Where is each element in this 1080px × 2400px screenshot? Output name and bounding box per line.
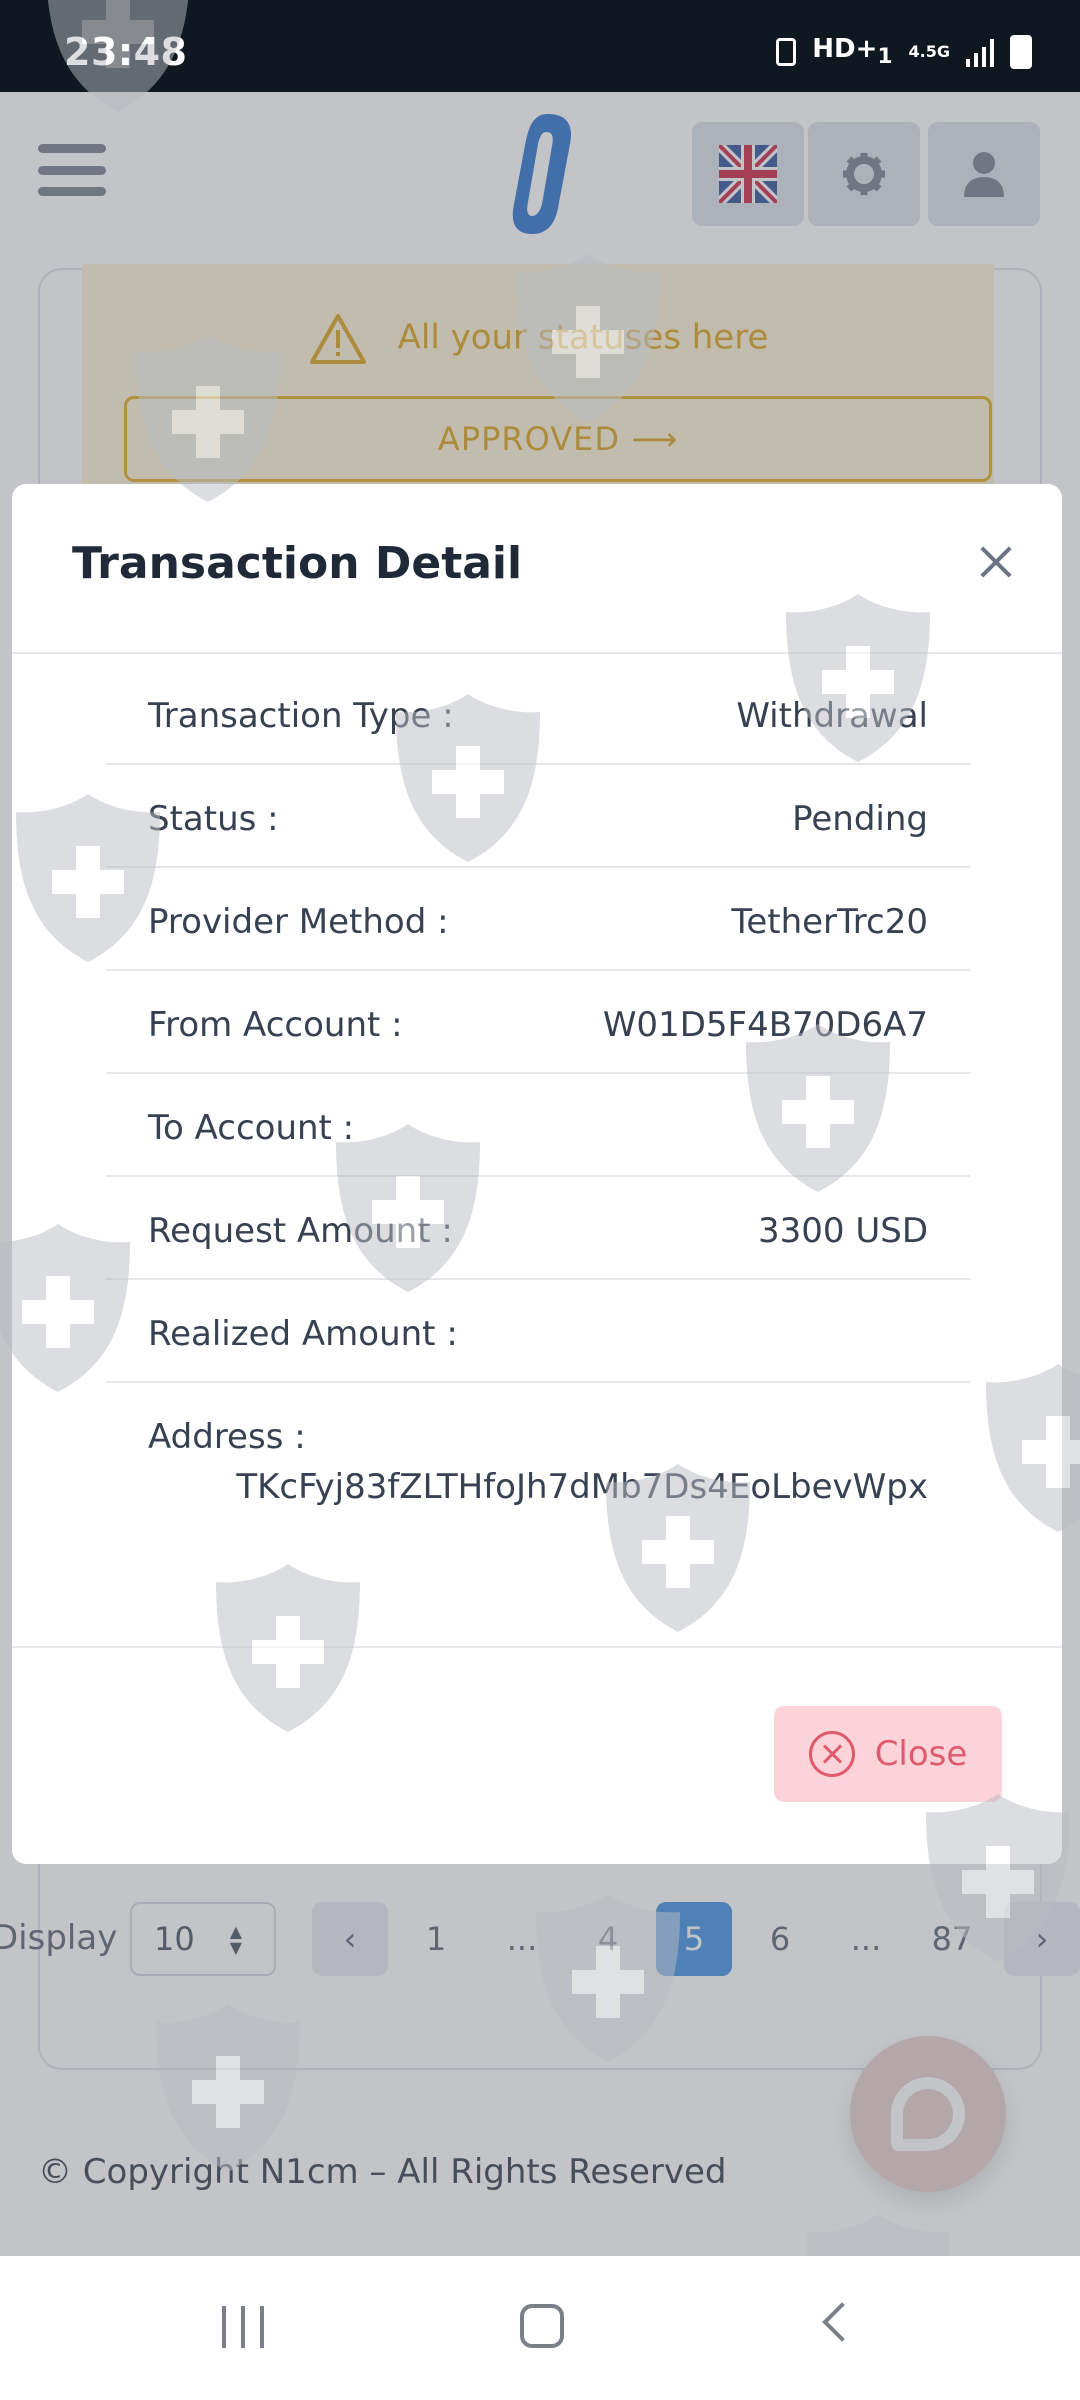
detail-value: W01D5F4B70D6A7: [602, 1005, 928, 1045]
detail-value: Pending: [792, 799, 928, 839]
detail-row: Request Amount : 3300 USD: [106, 1177, 970, 1280]
detail-label: Provider Method :: [148, 902, 449, 942]
back-icon[interactable]: [822, 2302, 862, 2342]
detail-row: Status : Pending: [106, 765, 970, 868]
battery-icon: [1010, 34, 1032, 69]
status-bar: 23:48 HD+1 4.5G: [0, 0, 1080, 92]
detail-row-address: Address : TKcFyj83fZLTHfoJh7dMb7Ds4EoLbe…: [106, 1383, 970, 1533]
modal-title: Transaction Detail: [72, 538, 523, 589]
close-button[interactable]: Close: [774, 1706, 1002, 1802]
detail-row: Provider Method : TetherTrc20: [106, 868, 970, 971]
detail-label: To Account :: [148, 1108, 355, 1148]
system-nav-bar: [0, 2256, 1080, 2400]
detail-value: TetherTrc20: [731, 902, 928, 942]
detail-value: 3300 USD: [758, 1211, 928, 1251]
detail-label: Request Amount :: [148, 1211, 453, 1251]
close-circle-icon: [808, 1731, 855, 1777]
status-icons: HD+1 4.5G: [776, 34, 1032, 69]
detail-value: Withdrawal: [736, 696, 928, 736]
detail-label: From Account :: [148, 1005, 403, 1045]
transaction-detail-modal: Transaction Detail Transaction Type : Wi…: [12, 484, 1062, 1864]
network-icon: 4.5G: [908, 41, 950, 61]
divider: [12, 1646, 1062, 1648]
close-icon[interactable]: [972, 538, 1020, 586]
clock: 23:48: [64, 30, 188, 74]
recents-icon[interactable]: [222, 2306, 264, 2348]
divider: [12, 652, 1062, 654]
signal-icon: [966, 37, 994, 67]
home-icon[interactable]: [520, 2304, 564, 2348]
close-button-label: Close: [874, 1734, 968, 1774]
detail-label: Address :: [148, 1417, 306, 1457]
detail-row: Transaction Type : Withdrawal: [106, 662, 970, 765]
detail-label: Realized Amount :: [148, 1314, 458, 1354]
detail-value: TKcFyj83fZLTHfoJh7dMb7Ds4EoLbevWpx: [236, 1467, 928, 1507]
sim-icon: [776, 37, 797, 66]
detail-list: Transaction Type : Withdrawal Status : P…: [106, 662, 970, 1533]
detail-row: Realized Amount :: [106, 1280, 970, 1383]
detail-row: To Account :: [106, 1074, 970, 1177]
detail-row: From Account : W01D5F4B70D6A7: [106, 971, 970, 1074]
detail-label: Transaction Type :: [148, 696, 454, 736]
detail-label: Status :: [148, 799, 279, 839]
hd-voice-icon: HD+1: [812, 34, 893, 70]
